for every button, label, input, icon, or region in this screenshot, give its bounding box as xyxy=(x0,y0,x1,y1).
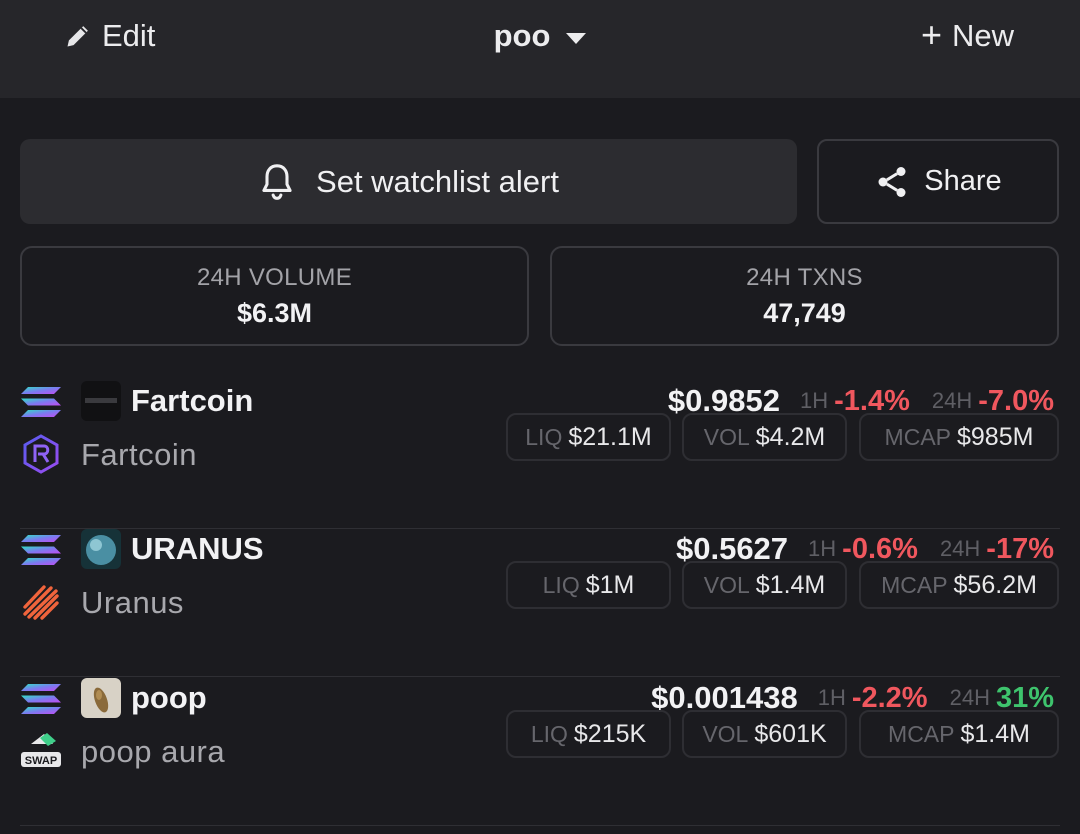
row-divider xyxy=(20,676,1060,677)
volume-stat: 24H VOLUME $6.3M xyxy=(20,246,529,346)
token-image xyxy=(81,678,121,718)
timeframe-1h-label: 1H xyxy=(817,685,846,710)
token-image xyxy=(81,381,121,421)
token-name: Fartcoin xyxy=(81,437,197,472)
solana-icon xyxy=(21,535,61,565)
txns-stat: 24H TXNS 47,749 xyxy=(550,246,1059,346)
txns-value: 47,749 xyxy=(763,297,846,328)
solana-icon xyxy=(21,387,61,417)
token-row[interactable]: URANUS Uranus $0.5627 1H -0.6% 24H -17% … xyxy=(0,529,1080,677)
bell-icon xyxy=(262,163,292,200)
liq-label: LIQ xyxy=(525,423,563,450)
liq-label: LIQ xyxy=(530,720,568,747)
token-name: Uranus xyxy=(81,585,184,620)
mcap-label: MCAP xyxy=(881,571,948,598)
vol-label: VOL xyxy=(702,720,749,747)
vol-value: $1.4M xyxy=(755,570,826,599)
token-row[interactable]: poop SWAP poop aura $0.001438 1H -2.2% 2… xyxy=(0,678,1080,826)
vol-value: $4.2M xyxy=(755,422,826,451)
new-watchlist-button[interactable]: + New xyxy=(921,14,1014,58)
share-button[interactable]: Share xyxy=(817,139,1059,224)
liq-value: $1M xyxy=(585,570,635,599)
row-divider xyxy=(20,825,1060,826)
volume-value: $6.3M xyxy=(236,297,313,328)
watchlist-selector[interactable]: poo xyxy=(0,14,1080,58)
txns-label: 24H TXNS xyxy=(746,263,863,291)
timeframe-24h-label: 24H xyxy=(949,685,990,710)
plus-icon: + xyxy=(920,13,942,55)
timeframe-24h-label: 24H xyxy=(931,388,973,413)
raydium-icon xyxy=(23,434,59,474)
share-label: Share xyxy=(924,165,1002,197)
caret-down-icon xyxy=(566,32,587,44)
new-label: New xyxy=(951,18,1014,53)
token-symbol: Fartcoin xyxy=(131,383,254,418)
alert-label: Set watchlist alert xyxy=(316,163,559,199)
liq-label: LIQ xyxy=(542,571,580,598)
token-name: poop aura xyxy=(81,734,226,769)
edit-button[interactable]: Edit xyxy=(64,14,155,58)
meteora-icon xyxy=(23,585,59,620)
liquidity-pill: LIQ $215K xyxy=(506,710,671,758)
mcap-value: $56.2M xyxy=(953,570,1037,599)
liq-value: $21.1M xyxy=(568,422,652,451)
liquidity-pill: LIQ $21.1M xyxy=(506,413,671,461)
token-row[interactable]: Fartcoin Fartcoin $0.9852 1H -1.4% 24H -… xyxy=(0,381,1080,529)
swap-icon: SWAP xyxy=(21,733,61,767)
token-symbol: URANUS xyxy=(131,531,264,566)
token-image xyxy=(81,529,121,569)
watchlist-title: poo xyxy=(493,18,551,53)
liquidity-pill: LIQ $1M xyxy=(506,561,671,609)
mcap-pill: MCAP $56.2M xyxy=(859,561,1059,609)
share-icon xyxy=(878,166,906,197)
mcap-label: MCAP xyxy=(884,423,951,450)
timeframe-1h-label: 1H xyxy=(808,536,837,561)
pencil-icon xyxy=(67,26,88,47)
vol-label: VOL xyxy=(703,571,750,598)
vol-label: VOL xyxy=(703,423,750,450)
mcap-pill: MCAP $985M xyxy=(859,413,1059,461)
timeframe-1h-label: 1H xyxy=(799,388,829,413)
token-symbol: poop xyxy=(131,680,207,715)
volume-pill: VOL $1.4M xyxy=(682,561,847,609)
mcap-value: $985M xyxy=(957,422,1034,451)
edit-label: Edit xyxy=(102,18,156,53)
vol-value: $601K xyxy=(754,719,827,748)
mcap-value: $1.4M xyxy=(960,719,1030,748)
swap-icon-text: SWAP xyxy=(25,755,57,767)
volume-pill: VOL $601K xyxy=(682,710,847,758)
volume-label: 24H VOLUME xyxy=(196,263,353,291)
mcap-pill: MCAP $1.4M xyxy=(859,710,1059,758)
mcap-label: MCAP xyxy=(888,720,955,747)
top-header: poo Edit + New xyxy=(0,0,1080,98)
set-watchlist-alert-button[interactable]: Set watchlist alert xyxy=(20,139,797,224)
volume-pill: VOL $4.2M xyxy=(682,413,847,461)
liq-value: $215K xyxy=(573,719,647,748)
timeframe-24h-label: 24H xyxy=(939,536,981,561)
solana-icon xyxy=(21,684,61,714)
